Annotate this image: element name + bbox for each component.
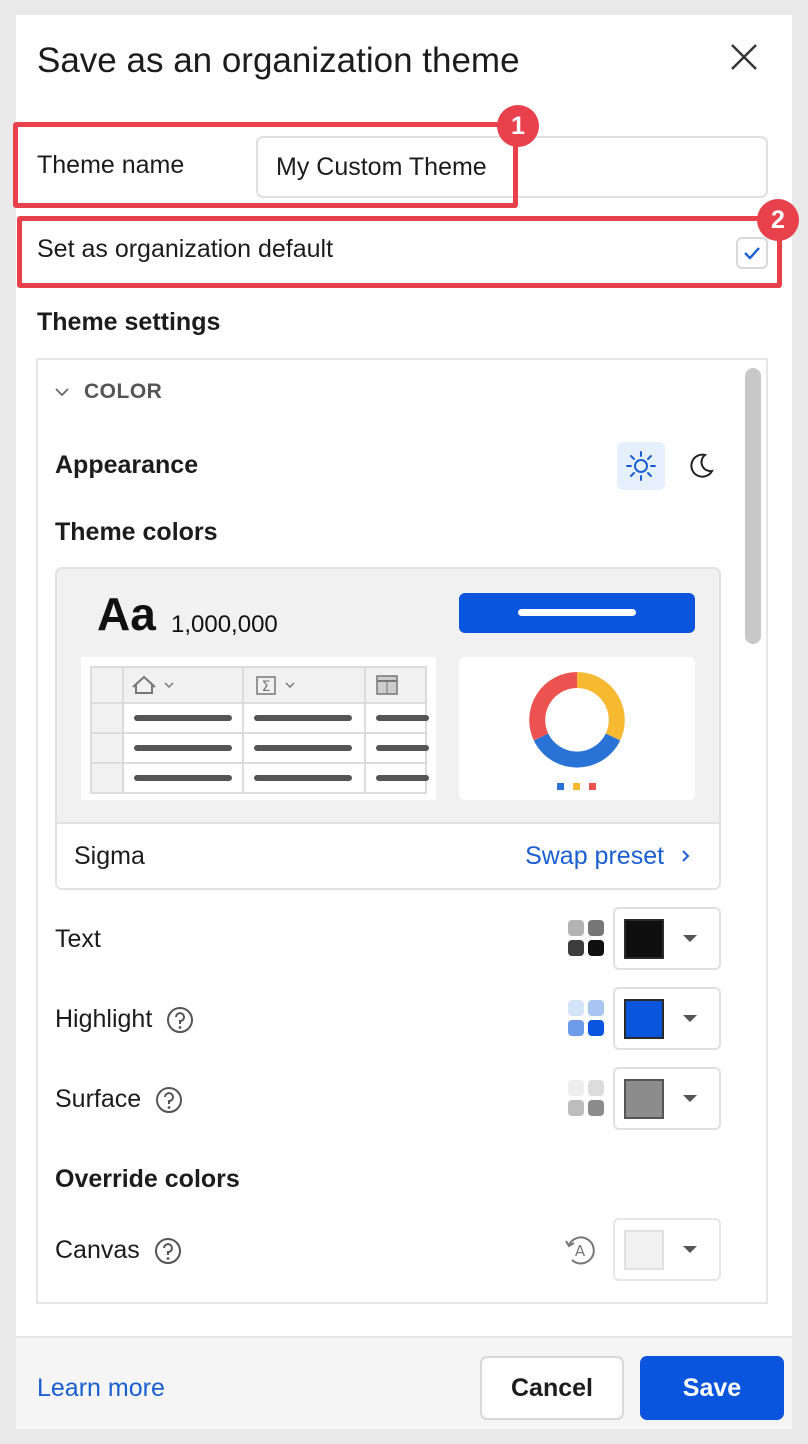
theme-colors-label: Theme colors: [55, 518, 218, 546]
highlight-color-row: Highlight: [55, 1005, 194, 1034]
surface-color-label: Surface: [55, 1085, 142, 1113]
org-default-label: Set as organization default: [37, 235, 334, 263]
theme-settings-panel: COLOR Appearance Theme colors Aa 1,000,0…: [36, 358, 768, 1304]
chevron-down-icon: [55, 388, 69, 397]
annotation-badge-2: 2: [757, 199, 799, 241]
caret-down-icon: [683, 935, 697, 942]
preview-sample-text: Aa: [97, 588, 156, 640]
text-color-row: Text: [55, 925, 101, 954]
legend-swatch-blue: [557, 783, 564, 790]
surface-palette-icon[interactable]: [568, 1080, 604, 1116]
theme-preview-card: Aa 1,000,000 Σ Sigma Swap preset: [55, 567, 721, 890]
canvas-color-swatch: [624, 1229, 664, 1270]
help-icon[interactable]: [166, 1006, 194, 1034]
text-palette-icon[interactable]: [568, 920, 604, 956]
preset-row: Sigma Swap preset: [57, 824, 719, 888]
donut-segment-blue: [533, 733, 621, 768]
highlight-color-picker[interactable]: [613, 987, 721, 1050]
cancel-button[interactable]: Cancel: [480, 1356, 624, 1420]
light-mode-button[interactable]: [617, 442, 665, 490]
caret-down-icon: [683, 1246, 697, 1253]
text-color-swatch: [624, 918, 664, 959]
svg-text:A: A: [575, 1242, 586, 1260]
color-section-header: COLOR: [84, 380, 163, 403]
moon-icon: [690, 453, 714, 478]
surface-color-row: Surface: [55, 1085, 183, 1114]
text-color-picker[interactable]: [613, 907, 721, 970]
dialog-footer: Learn more Cancel Save: [16, 1336, 792, 1429]
caret-down-icon: [683, 1015, 697, 1022]
chevron-right-icon: [682, 850, 690, 862]
sun-icon: [626, 451, 656, 481]
color-section-toggle[interactable]: COLOR: [54, 380, 162, 404]
legend-swatch-red: [589, 783, 596, 790]
theme-name-label: Theme name: [37, 151, 185, 179]
caret-down-icon: [683, 1095, 697, 1102]
canvas-color-label: Canvas: [55, 1236, 140, 1264]
scrollbar-thumb[interactable]: [745, 368, 761, 644]
canvas-color-picker[interactable]: [613, 1218, 721, 1281]
checkmark-icon: [744, 247, 760, 260]
auto-color-icon[interactable]: A: [563, 1233, 597, 1267]
annotation-badge-1: 1: [497, 105, 539, 147]
help-icon[interactable]: [154, 1237, 182, 1265]
learn-more-link[interactable]: Learn more: [37, 1374, 165, 1403]
surface-color-swatch: [624, 1078, 664, 1119]
dark-mode-button[interactable]: [677, 442, 725, 490]
org-default-checkbox[interactable]: [736, 237, 768, 269]
save-theme-dialog: Save as an organization theme Theme name…: [13, 15, 799, 1429]
svg-text:Σ: Σ: [262, 679, 271, 695]
preview-chart: [459, 657, 695, 800]
appearance-label: Appearance: [55, 451, 199, 479]
dialog-title: Save as an organization theme: [37, 41, 520, 80]
highlight-palette-icon[interactable]: [568, 1000, 604, 1036]
donut-segment-yellow: [576, 672, 625, 741]
preset-name: Sigma: [74, 842, 145, 870]
preview-button: [459, 593, 695, 633]
text-color-label: Text: [55, 925, 101, 953]
canvas-color-row: Canvas: [55, 1236, 182, 1265]
preview-sample-number: 1,000,000: [171, 611, 278, 638]
highlight-color-swatch: [624, 998, 664, 1039]
legend-swatch-yellow: [573, 783, 580, 790]
swap-preset-label: Swap preset: [525, 842, 665, 870]
donut-segment-red: [529, 672, 578, 741]
override-colors-label: Override colors: [55, 1165, 240, 1193]
swap-preset-link[interactable]: Swap preset: [525, 842, 693, 871]
help-icon[interactable]: [155, 1086, 183, 1114]
preview-table: Σ: [81, 657, 436, 800]
theme-settings-title: Theme settings: [37, 308, 221, 336]
surface-color-picker[interactable]: [613, 1067, 721, 1130]
close-icon: [731, 44, 757, 70]
theme-preview: Aa 1,000,000 Σ: [57, 569, 719, 824]
close-button[interactable]: [728, 41, 760, 73]
save-button[interactable]: Save: [640, 1356, 784, 1420]
highlight-color-label: Highlight: [55, 1005, 153, 1033]
